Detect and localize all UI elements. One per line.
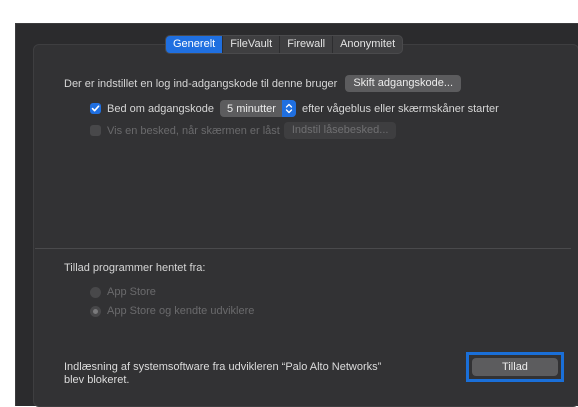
tab-filevault[interactable]: FileVault (222, 36, 279, 53)
radio-app-store-known-row: App Store og kendte udviklere (90, 305, 254, 317)
tab-firewall[interactable]: Firewall (279, 36, 332, 53)
allow-button-highlight: Tillad (466, 352, 564, 382)
change-password-button[interactable]: Skift adgangskode... (345, 75, 462, 92)
checkmark-icon (91, 105, 100, 112)
lock-message-label: Vis en besked, når skærmen er låst (107, 124, 280, 137)
allow-apps-heading: Tillad programmer hentet fra: (64, 262, 206, 274)
require-password-checkbox[interactable] (90, 103, 101, 114)
radio-app-store-label: App Store (107, 286, 156, 298)
require-password-row: Bed om adgangskode 5 minutter efter våge… (90, 100, 499, 117)
login-password-text: Der er indstillet en log ind-adgangskode… (64, 77, 338, 90)
allow-button[interactable]: Tillad (472, 358, 558, 376)
set-lock-message-button[interactable]: Indstil låsebesked... (283, 122, 397, 139)
password-delay-value: 5 minutter (227, 102, 276, 115)
radio-app-store-known-label: App Store og kendte udviklere (107, 305, 255, 317)
radio-app-store-row: App Store (90, 286, 156, 298)
password-delay-select[interactable]: 5 minutter (220, 100, 296, 117)
lock-message-checkbox[interactable] (90, 125, 101, 136)
blocked-line-1: Indlæsning af systemsoftware fra udvikle… (64, 361, 382, 373)
login-password-row: Der er indstillet en log ind-adgangskode… (64, 75, 462, 92)
tab-generelt[interactable]: Generelt (166, 36, 223, 53)
allow-apps-heading-row: Tillad programmer hentet fra: (64, 262, 205, 274)
radio-app-store-known-developers[interactable] (90, 305, 101, 317)
lock-message-row: Vis en besked, når skærmen er låst Indst… (90, 122, 397, 139)
section-divider (35, 248, 571, 249)
require-password-suffix: efter vågeblus eller skærmskåner starter (301, 102, 499, 115)
tab-anonymitet[interactable]: Anonymitet (332, 36, 402, 53)
radio-app-store[interactable] (90, 286, 101, 298)
blocked-line-2: blev blokeret. (64, 374, 130, 386)
chevron-updown-icon (281, 100, 296, 117)
require-password-label: Bed om adgangskode (107, 102, 215, 115)
tab-bar: Generelt FileVault Firewall Anonymitet (165, 35, 404, 54)
blocked-software-message: Indlæsning af systemsoftware fra udvikle… (64, 361, 381, 387)
